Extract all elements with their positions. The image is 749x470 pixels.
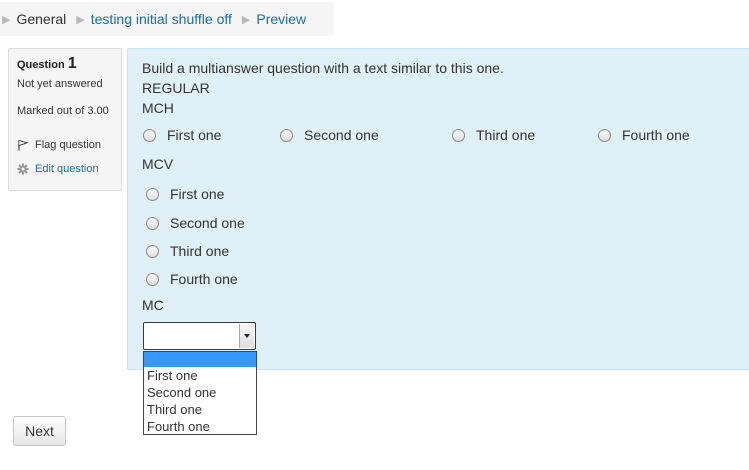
breadcrumb: ▶ General ▶ testing initial shuffle off …	[0, 2, 334, 36]
dropdown-option[interactable]: Second one	[144, 384, 256, 401]
mcv-option-label: Third one	[170, 243, 230, 259]
dropdown-option[interactable]: Third one	[144, 401, 256, 418]
mch-option-2[interactable]: Second one	[280, 127, 379, 143]
mcv-option-3[interactable]: Third one	[146, 243, 229, 259]
next-button[interactable]: Next	[13, 416, 66, 446]
mcv-option-1[interactable]: First one	[146, 186, 224, 202]
question-text: Build a multianswer question with a text…	[142, 60, 504, 76]
flag-question-label: Flag question	[35, 139, 102, 151]
mch-label: MCH	[142, 100, 174, 116]
mch-option-4[interactable]: Fourth one	[598, 127, 690, 143]
mcv-option-label: Second one	[170, 215, 245, 231]
mcv-label: MCV	[142, 156, 174, 172]
radio-button[interactable]	[146, 272, 159, 286]
radio-button[interactable]	[452, 128, 465, 142]
mcv-option-4[interactable]: Fourth one	[146, 271, 238, 287]
breadcrumb-separator-icon: ▶	[2, 13, 11, 26]
dropdown-option[interactable]: First one	[144, 367, 256, 384]
breadcrumb-item-general[interactable]: General	[16, 11, 66, 27]
question-mark: Marked out of 3.00	[17, 105, 109, 117]
question-label: Question	[17, 59, 65, 71]
edit-question-label: Edit question	[35, 163, 99, 175]
mcv-option-label: First one	[170, 186, 225, 202]
radio-button[interactable]	[280, 128, 293, 142]
mc-select[interactable]	[143, 322, 256, 350]
radio-button[interactable]	[146, 216, 159, 230]
flag-icon	[18, 140, 29, 151]
mcv-option-2[interactable]: Second one	[146, 215, 245, 231]
breadcrumb-separator-icon: ▶	[76, 13, 85, 26]
radio-button[interactable]	[146, 244, 159, 258]
flag-question-button[interactable]: Flag question	[17, 131, 121, 159]
breadcrumb-item-preview[interactable]: Preview	[256, 11, 306, 27]
mch-option-1[interactable]: First one	[143, 127, 221, 143]
mch-option-3[interactable]: Third one	[452, 127, 535, 143]
mc-label: MC	[142, 297, 164, 313]
mc-dropdown-list: First one Second one Third one Fourth on…	[143, 351, 257, 435]
mch-option-label: Second one	[304, 127, 379, 143]
question-info-panel: Question 1 Not yet answered Marked out o…	[8, 48, 122, 191]
regular-label: REGULAR	[142, 80, 210, 96]
mch-option-label: Third one	[476, 127, 536, 143]
breadcrumb-item-course[interactable]: testing initial shuffle off	[91, 11, 232, 27]
mch-option-label: Fourth one	[622, 127, 690, 143]
chevron-down-icon[interactable]	[239, 324, 254, 348]
breadcrumb-separator-icon: ▶	[241, 13, 251, 26]
dropdown-option[interactable]: Fourth one	[144, 418, 256, 435]
radio-button[interactable]	[598, 128, 611, 142]
mcv-option-label: Fourth one	[170, 271, 238, 287]
question-number-value: 1	[67, 55, 77, 72]
question-state: Not yet answered	[17, 78, 103, 90]
dropdown-option-empty[interactable]	[144, 352, 256, 367]
gear-icon	[17, 163, 29, 175]
mch-option-label: First one	[167, 127, 222, 143]
edit-question-link[interactable]: Edit question	[17, 159, 121, 179]
radio-button[interactable]	[143, 128, 156, 142]
radio-button[interactable]	[146, 187, 159, 201]
question-number: Question 1	[17, 55, 121, 77]
